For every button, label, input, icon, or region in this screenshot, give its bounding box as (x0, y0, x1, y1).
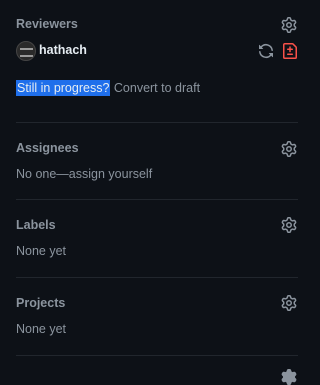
sync-icon[interactable] (258, 43, 274, 59)
gear-icon[interactable] (281, 369, 297, 385)
assignees-heading: Assignees (16, 141, 79, 155)
file-diff-icon (282, 43, 298, 59)
assign-yourself-link[interactable]: No one—assign yourself (16, 167, 152, 181)
draft-prompt-line: Still in progress? Convert to draft (16, 80, 200, 96)
gear-icon[interactable] (281, 217, 297, 233)
projects-heading: Projects (16, 296, 66, 310)
gear-icon[interactable] (281, 141, 297, 157)
projects-section: Projects None yet (16, 278, 298, 356)
next-section-partial (16, 356, 298, 385)
reviewers-heading: Reviewers (16, 17, 78, 31)
convert-to-draft-link[interactable]: Convert to draft (114, 81, 200, 95)
avatar[interactable] (16, 41, 36, 61)
draft-prompt-text: Still in progress? (16, 80, 111, 96)
reviewer-name[interactable]: hathach (39, 43, 87, 57)
gear-icon[interactable] (281, 295, 297, 311)
labels-heading: Labels (16, 218, 56, 232)
assignees-section: Assignees No one—assign yourself (16, 123, 298, 200)
reviewers-section: Reviewers hathach Still in progress? Con… (16, 0, 298, 123)
labels-empty-text: None yet (16, 244, 67, 258)
projects-empty-text: None yet (16, 322, 67, 336)
labels-section: Labels None yet (16, 200, 298, 278)
pr-sidebar: Reviewers hathach Still in progress? Con… (16, 0, 316, 385)
reviewer-row: hathach (16, 40, 298, 62)
gear-icon[interactable] (281, 17, 297, 33)
